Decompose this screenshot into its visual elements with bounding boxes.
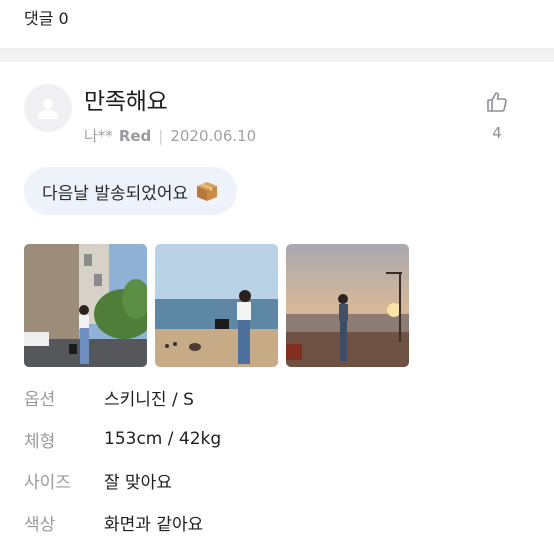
spec-row-color: 색상 화면과 같아요 <box>24 502 530 544</box>
review-header: 만족해요 나** Red | 2020.06.10 4 <box>24 62 530 146</box>
package-icon <box>195 180 219 202</box>
spec-label: 색상 <box>24 514 56 535</box>
spec-value: 잘 맞아요 <box>104 473 172 494</box>
summary-text: 다음날 발송되었어요 <box>42 183 189 204</box>
spec-value: 화면과 같아요 <box>104 514 204 535</box>
spec-label: 옵션 <box>24 390 56 411</box>
avatar[interactable] <box>24 84 72 132</box>
photo-gallery <box>24 244 530 367</box>
review-specs: 옵션 스키니진 / S 체형 153cm / 42kg 사이즈 잘 맞아요 색상… <box>24 377 530 543</box>
comments-count: 댓글 0 <box>24 9 69 28</box>
like-button[interactable]: 4 <box>482 90 512 142</box>
spec-row-size: 사이즈 잘 맞아요 <box>24 460 530 502</box>
review-title: 만족해요 <box>84 89 168 115</box>
spec-value: 153cm / 42kg <box>104 429 222 450</box>
section-divider <box>0 48 554 62</box>
review-card: 만족해요 나** Red | 2020.06.10 4 다음날 발송되었어요 옵… <box>0 62 554 543</box>
user-icon <box>38 99 58 119</box>
author-name: 나** <box>84 127 113 145</box>
purchased-option: Red <box>118 126 152 145</box>
comments-header[interactable]: 댓글 0 <box>0 0 554 40</box>
spec-row-option: 옵션 스키니진 / S <box>24 377 530 419</box>
review-meta: 나** Red | 2020.06.10 <box>84 125 256 146</box>
spec-row-body: 체형 153cm / 42kg <box>24 419 530 461</box>
spec-label: 체형 <box>24 431 56 452</box>
spec-value: 스키니진 / S <box>104 390 194 411</box>
thumbs-up-icon <box>487 92 507 112</box>
review-photo[interactable] <box>286 244 409 367</box>
summary-chip: 다음날 발송되었어요 <box>24 167 238 215</box>
review-photo[interactable] <box>155 244 278 367</box>
like-count: 4 <box>492 124 502 142</box>
meta-separator: | <box>158 126 164 145</box>
review-date: 2020.06.10 <box>170 126 257 145</box>
spec-label: 사이즈 <box>24 473 71 494</box>
review-photo[interactable] <box>24 244 147 367</box>
